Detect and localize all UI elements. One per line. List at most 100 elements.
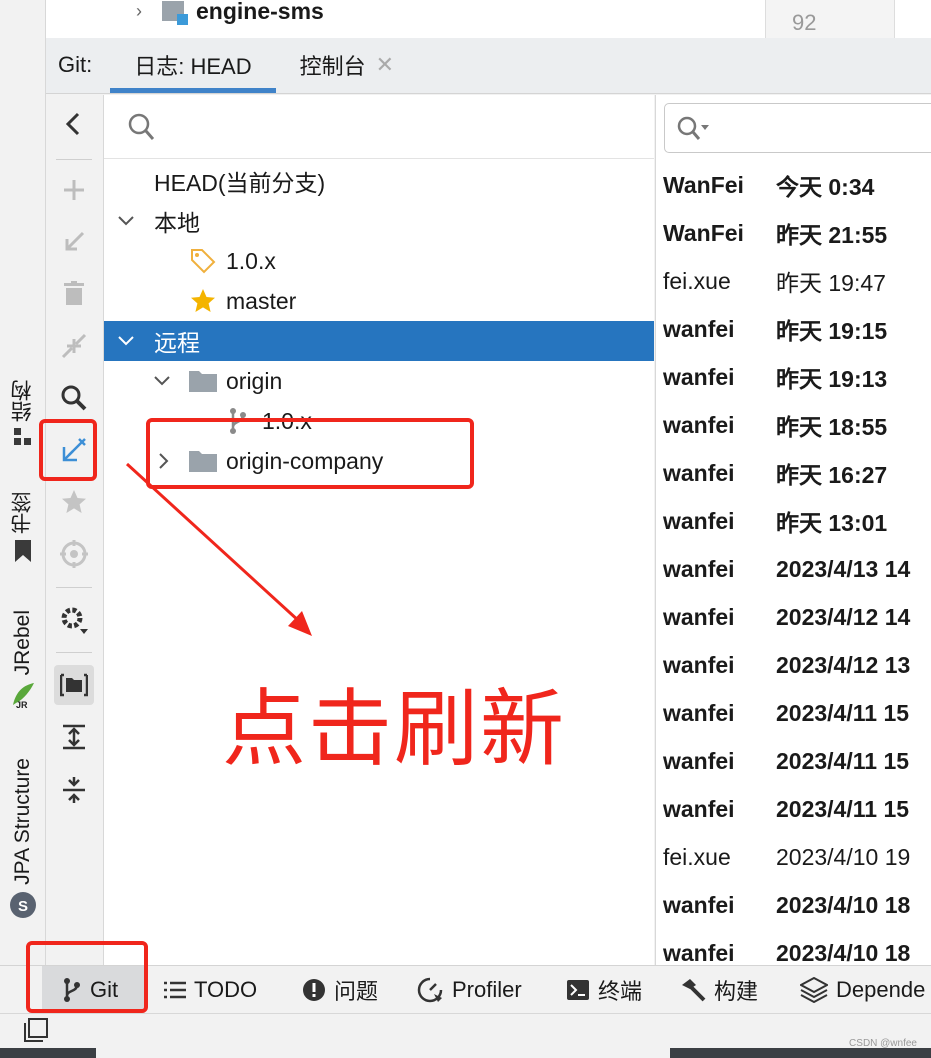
build-hammer-icon (680, 977, 706, 1003)
vtab-structure[interactable]: 结构 (4, 380, 42, 451)
tree-node-local-branch[interactable]: master (104, 281, 654, 321)
bottom-tab-label: Git (90, 977, 119, 1002)
tab-log-head[interactable]: 日志: HEAD (110, 37, 276, 93)
commit-row[interactable]: wanfei 昨天 19:13 (656, 353, 931, 401)
bottom-tab-todo[interactable]: TODO (164, 966, 257, 1014)
tree-node-remote-origin-company[interactable]: origin-company (104, 441, 654, 481)
commit-author: fei.xue (663, 267, 731, 294)
status-bar: CSDN @wnfee (0, 1013, 931, 1058)
module-icon (162, 1, 188, 25)
git-tool-window-header: Git: 日志: HEAD 控制台 ✕ (46, 38, 931, 94)
commit-date: 昨天 18:55 (776, 414, 888, 440)
bottom-tab-terminal[interactable]: 终端 (566, 966, 642, 1014)
chevron-down-icon[interactable] (116, 211, 136, 231)
tree-node-remote-branch[interactable]: 1.0.x (104, 401, 654, 441)
node-label: origin (226, 367, 283, 394)
tree-node-local[interactable]: 本地 (104, 201, 654, 241)
branch-search-input[interactable] (104, 95, 654, 159)
vtab-bookmarks[interactable]: 书签 (4, 492, 42, 567)
commit-row[interactable]: wanfei 2023/4/10 18 (656, 881, 931, 929)
tree-node-remote[interactable]: 远程 (104, 321, 654, 361)
project-tree-row[interactable]: › engine-sms (136, 0, 324, 26)
delete-icon[interactable] (54, 273, 94, 313)
structure-icon (14, 428, 32, 451)
bottom-tab-label: 问题 (334, 979, 379, 1004)
commit-row[interactable]: wanfei 2023/4/10 18 (656, 929, 931, 966)
chevron-right-icon[interactable] (154, 451, 174, 471)
commit-row[interactable]: wanfei 2023/4/11 15 (656, 785, 931, 833)
chevron-down-icon[interactable] (116, 331, 136, 351)
favorite-icon[interactable] (54, 482, 94, 522)
tree-node-head[interactable]: HEAD(当前分支) (104, 161, 654, 201)
commit-row[interactable]: fei.xue 2023/4/10 19 (656, 833, 931, 881)
commit-row[interactable]: wanfei 昨天 18:55 (656, 401, 931, 449)
settings-icon[interactable] (54, 600, 94, 640)
commit-row[interactable]: wanfei 2023/4/12 14 (656, 593, 931, 641)
chevron-down-icon[interactable] (152, 371, 172, 391)
bottom-tab-problems[interactable]: 问题 (302, 966, 378, 1014)
commit-row[interactable]: WanFei 今天 0:34 (656, 161, 931, 209)
vtab-jrebel[interactable]: JRebel JR (4, 610, 42, 714)
commit-author: wanfei (663, 699, 735, 726)
expand-all-icon[interactable] (54, 717, 94, 757)
commit-date: 2023/4/10 18 (776, 891, 911, 918)
commit-date: 昨天 19:13 (776, 366, 888, 392)
commit-row[interactable]: wanfei 昨天 19:15 (656, 305, 931, 353)
bottom-tab-label: Profiler (452, 977, 522, 1002)
merge-icon[interactable] (54, 326, 94, 366)
tag-icon (190, 248, 216, 274)
left-tool-strip: 结构 书签 JRebel JR JPA Structure S (0, 0, 46, 965)
commit-date: 2023/4/11 15 (776, 795, 910, 822)
search-options-icon[interactable] (677, 116, 711, 147)
fetch-refresh-icon[interactable] (54, 430, 94, 470)
collapse-left-icon[interactable] (54, 104, 94, 144)
jrebel-icon: JR (10, 681, 36, 714)
chevron-right-icon[interactable]: › (136, 1, 150, 22)
vtab-label: 结构 (11, 380, 34, 422)
commit-row[interactable]: wanfei 2023/4/13 14 (656, 545, 931, 593)
svg-text:JR: JR (16, 700, 28, 709)
bottom-tab-label: 终端 (598, 979, 643, 1004)
commit-row[interactable]: wanfei 昨天 16:27 (656, 449, 931, 497)
commit-row[interactable]: fei.xue 昨天 19:47 (656, 257, 931, 305)
group-by-folder-icon[interactable] (54, 665, 94, 705)
checkout-icon[interactable] (54, 222, 94, 262)
bottom-tab-build[interactable]: 构建 (680, 966, 758, 1014)
line-number: 92 (792, 10, 817, 35)
todo-list-icon (164, 981, 186, 999)
vtab-jpa-structure[interactable]: JPA Structure S (4, 758, 42, 924)
target-icon[interactable] (54, 534, 94, 574)
git-branch-icon (62, 977, 82, 1003)
commit-row[interactable]: WanFei 昨天 21:55 (656, 209, 931, 257)
vtab-label: JPA Structure (11, 758, 34, 885)
toggle-tool-windows-icon[interactable] (24, 1018, 48, 1047)
commit-row[interactable]: wanfei 2023/4/11 15 (656, 737, 931, 785)
commit-date: 昨天 16:27 (776, 462, 888, 488)
problems-icon (302, 978, 326, 1002)
commit-date: 2023/4/11 15 (776, 747, 910, 774)
tree-node-local-branch[interactable]: 1.0.x (104, 241, 654, 281)
editor-gutter: 92 (765, 0, 895, 38)
commit-search-input[interactable] (664, 103, 931, 153)
tab-console[interactable]: 控制台 ✕ (276, 37, 418, 93)
annotation-text: 点击刷新 (222, 680, 567, 778)
search-icon[interactable] (54, 378, 94, 418)
close-icon[interactable]: ✕ (376, 52, 394, 78)
bottom-tab-dependencies[interactable]: Depende (800, 966, 925, 1014)
commit-date: 2023/4/10 19 (776, 843, 911, 870)
bottom-tab-label: TODO (194, 977, 258, 1002)
tree-node-remote-origin[interactable]: origin (104, 361, 654, 401)
tool-window-title: Git: (58, 52, 93, 77)
collapse-all-icon[interactable] (54, 770, 94, 810)
module-name: engine-sms (196, 0, 324, 24)
bottom-tab-git[interactable]: Git (42, 966, 144, 1014)
bottom-tab-profiler[interactable]: Profiler (416, 966, 522, 1014)
add-icon[interactable] (54, 170, 94, 210)
commit-row[interactable]: wanfei 昨天 13:01 (656, 497, 931, 545)
commit-row[interactable]: wanfei 2023/4/11 15 (656, 689, 931, 737)
bottom-tab-label: 构建 (714, 979, 759, 1004)
jpa-icon: S (9, 891, 37, 924)
tab-label: 日志: HEAD (134, 54, 252, 79)
commit-log-panel: WanFei 今天 0:34 WanFei 昨天 21:55 fei.xue 昨天 19:… (655, 95, 931, 965)
commit-row[interactable]: wanfei 2023/4/12 13 (656, 641, 931, 689)
